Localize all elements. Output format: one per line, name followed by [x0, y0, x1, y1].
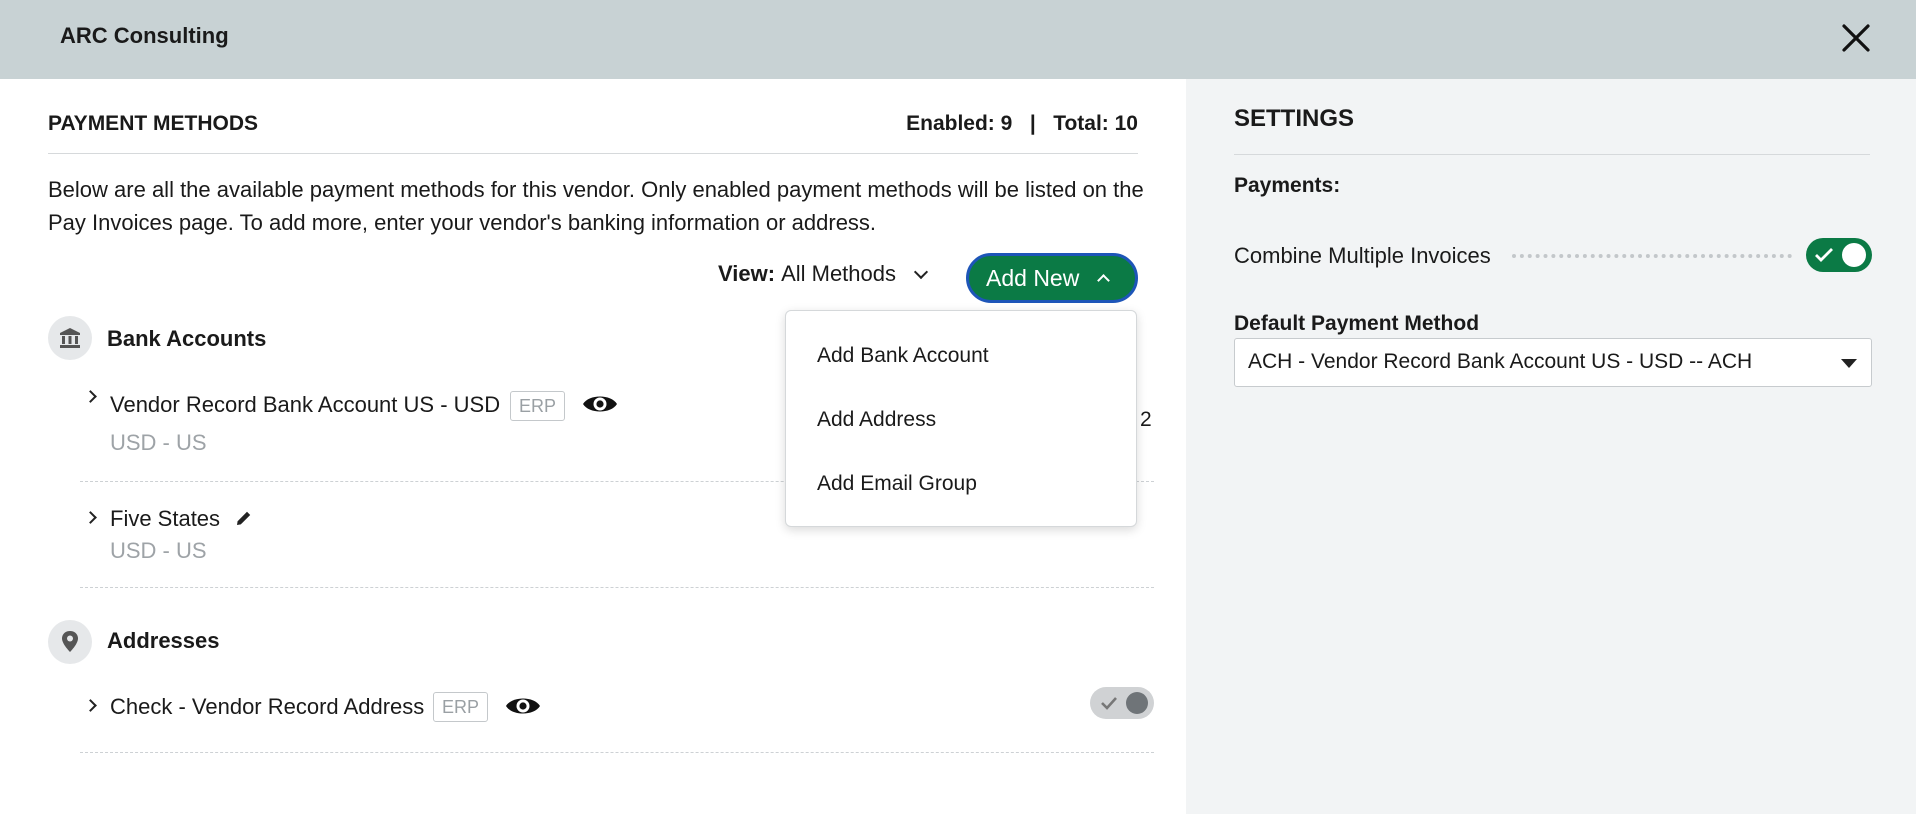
header-bar: ARC Consulting: [0, 0, 1916, 79]
expand-caret-icon[interactable]: [84, 699, 97, 712]
eye-icon[interactable]: [581, 389, 619, 424]
default-payment-method-label: Default Payment Method: [1234, 312, 1480, 335]
vendor-title: ARC Consulting: [60, 23, 229, 48]
divider: [1234, 154, 1870, 155]
row-divider: [80, 752, 1154, 753]
bank-icon: [48, 316, 92, 360]
expand-caret-icon[interactable]: [84, 390, 97, 403]
expand-caret-icon[interactable]: [84, 511, 97, 524]
chevron-up-icon: [1097, 274, 1111, 287]
row-divider: [80, 587, 1154, 588]
close-icon[interactable]: [1836, 18, 1876, 58]
payments-label: Payments:: [1234, 174, 1341, 197]
view-filter-dropdown[interactable]: View: All Methods: [718, 261, 929, 287]
bank-accounts-heading: Bank Accounts: [107, 326, 267, 351]
view-filter-value: All Methods: [781, 261, 897, 286]
chevron-down-icon: [913, 264, 929, 279]
settings-title: SETTINGS: [1234, 105, 1355, 132]
check-icon: [1815, 248, 1833, 262]
add-new-button[interactable]: Add New: [966, 253, 1138, 303]
bank-account-name: Vendor Record Bank Account US - USD: [110, 392, 501, 417]
row-trailing-text: 2: [1140, 408, 1152, 431]
combine-invoices-label: Combine Multiple Invoices: [1234, 243, 1491, 268]
eye-icon[interactable]: [504, 691, 542, 726]
dotted-leader: [1512, 254, 1792, 258]
add-new-label: Add New: [986, 264, 1080, 291]
divider: [48, 153, 1138, 154]
location-pin-icon: [48, 620, 92, 664]
combine-invoices-toggle[interactable]: [1806, 238, 1872, 272]
default-payment-method-value: ACH - Vendor Record Bank Account US - US…: [1248, 350, 1753, 373]
bank-account-currency: USD - US: [110, 538, 207, 563]
menu-item-add-bank-account[interactable]: Add Bank Account: [817, 344, 989, 368]
settings-panel: SETTINGS Payments: Combine Multiple Invo…: [1186, 79, 1916, 814]
caret-down-icon: [1841, 359, 1857, 368]
menu-item-add-address[interactable]: Add Address: [817, 408, 936, 432]
toggle-knob: [1842, 243, 1866, 267]
address-name: Check - Vendor Record Address: [110, 694, 425, 719]
addresses-heading: Addresses: [107, 628, 220, 653]
add-new-menu: Add Bank Account Add Address Add Email G…: [785, 310, 1137, 527]
default-payment-method-select[interactable]: ACH - Vendor Record Bank Account US - US…: [1234, 338, 1872, 387]
erp-badge: ERP: [433, 692, 489, 722]
payment-methods-title: PAYMENT METHODS: [48, 112, 259, 135]
payment-methods-panel: PAYMENT METHODS Enabled: 9 | Total: 10 B…: [0, 79, 1186, 814]
view-filter-label: View:: [718, 261, 776, 286]
pencil-icon[interactable]: [235, 509, 253, 532]
address-enable-toggle[interactable]: [1090, 687, 1154, 719]
payment-methods-description: Below are all the available payment meth…: [48, 177, 1144, 235]
menu-item-add-email-group[interactable]: Add Email Group: [817, 472, 977, 496]
method-counts: Enabled: 9 | Total: 10: [906, 112, 1138, 135]
erp-badge: ERP: [510, 391, 566, 421]
check-icon: [1101, 697, 1117, 710]
toggle-knob: [1126, 692, 1148, 714]
bank-account-currency: USD - US: [110, 430, 207, 455]
bank-account-name: Five States: [110, 506, 221, 531]
